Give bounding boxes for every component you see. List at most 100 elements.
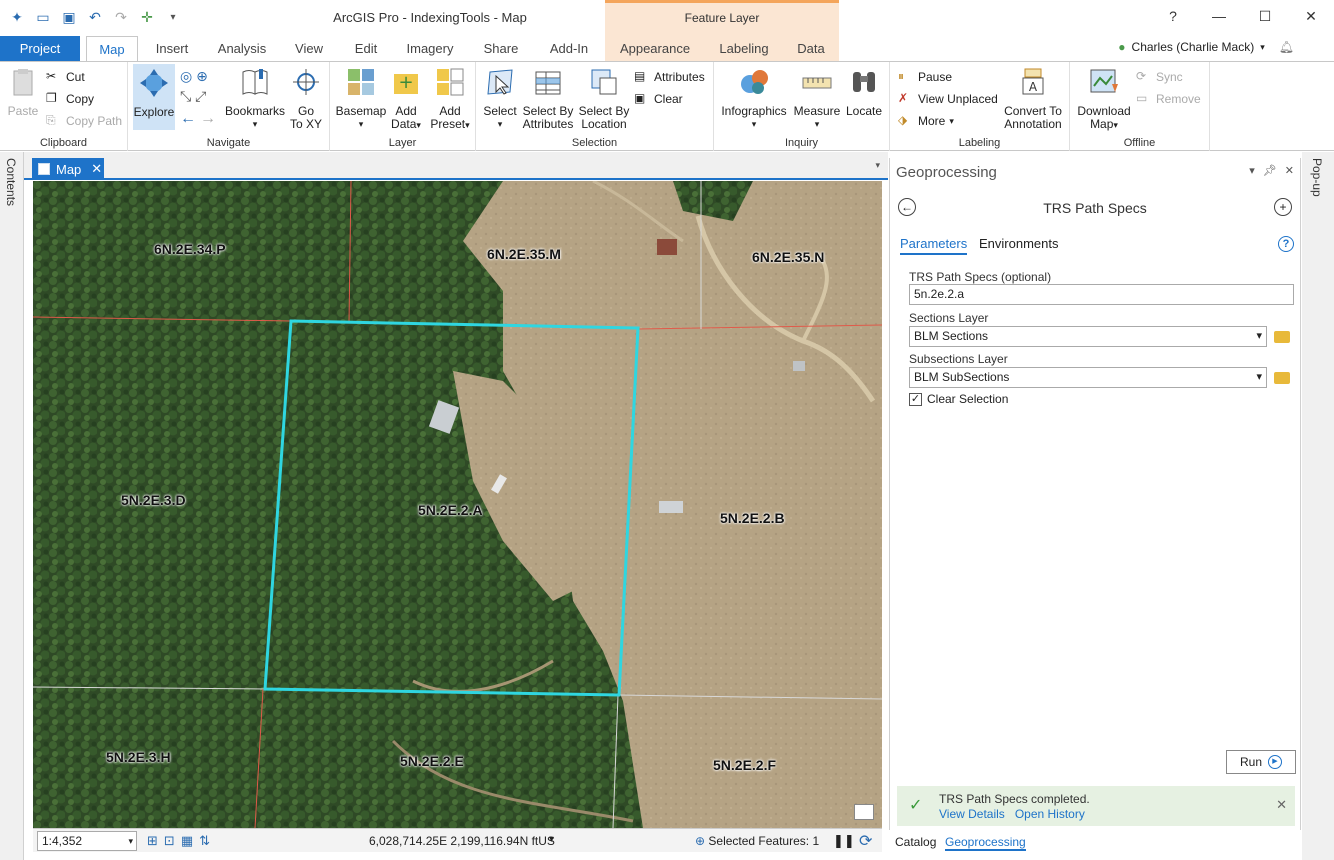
tab-geoprocessing[interactable]: Geoprocessing bbox=[945, 835, 1026, 851]
grid-icon[interactable]: ⊡ bbox=[164, 833, 175, 849]
user-account[interactable]: ● Charles (Charlie Mack) ▾ 🔔︎ bbox=[1118, 40, 1294, 54]
close-icon[interactable]: ✕ bbox=[1276, 797, 1287, 813]
tab-imagery[interactable]: Imagery bbox=[400, 36, 460, 62]
chevron-down-icon: ▾ bbox=[252, 119, 258, 129]
infographics-button[interactable]: Infographics ▾ bbox=[720, 66, 788, 131]
tab-project[interactable]: Project bbox=[0, 36, 80, 62]
paste-label: Paste bbox=[7, 104, 39, 118]
more-labeling-button[interactable]: ⬗ More ▾ bbox=[898, 113, 954, 129]
close-button[interactable]: ✕ bbox=[1288, 0, 1334, 32]
attributes-button[interactable]: ▤ Attributes bbox=[634, 69, 705, 85]
copy-path-button[interactable]: ⎘ Copy Path bbox=[46, 113, 122, 129]
tab-catalog[interactable]: Catalog bbox=[895, 835, 936, 849]
tab-appearance[interactable]: Appearance bbox=[605, 36, 705, 62]
sync-button[interactable]: ⟳ Sync bbox=[1136, 69, 1183, 85]
selected-features-icon: ⊕ bbox=[695, 834, 709, 848]
view-details-link[interactable]: View Details bbox=[939, 807, 1005, 821]
section-label: 5N.2E.2.F bbox=[713, 757, 777, 773]
snapping-icon[interactable]: ⊞ bbox=[147, 833, 158, 849]
popup-pane-tab[interactable]: Pop-up bbox=[1302, 152, 1334, 860]
measure-button[interactable]: Measure ▾ bbox=[792, 66, 842, 131]
scale-selector[interactable]: 1:4,352 ▾ bbox=[37, 831, 137, 851]
chevron-down-icon: ▾ bbox=[751, 119, 757, 129]
tab-map[interactable]: Map bbox=[86, 36, 138, 62]
remove-button[interactable]: ▭ Remove bbox=[1136, 91, 1201, 107]
section-label: 5N.2E.3.H bbox=[106, 749, 171, 765]
title-bar: ✦ ▭ ▣ ↶ ↷ ✛ ▾ ArcGIS Pro - IndexingTools… bbox=[0, 0, 1334, 36]
selected-features-count[interactable]: ⊕ Selected Features: 1 bbox=[695, 834, 819, 848]
add-preset-button[interactable]: Add Preset▾ bbox=[428, 66, 472, 132]
contents-pane-tab[interactable]: Contents bbox=[0, 152, 24, 860]
clear-selection-checkbox[interactable]: ✓ Clear Selection bbox=[909, 392, 1008, 406]
table-icon[interactable]: ▦ bbox=[181, 833, 193, 849]
explore-button[interactable]: Explore bbox=[133, 64, 175, 130]
folder-icon[interactable] bbox=[1274, 372, 1290, 384]
open-history-link[interactable]: Open History bbox=[1015, 807, 1085, 821]
subsections-layer-select[interactable]: BLM SubSections bbox=[909, 367, 1267, 388]
tab-parameters[interactable]: Parameters bbox=[900, 236, 968, 255]
pin-icon[interactable]: 📌︎ bbox=[1263, 164, 1277, 177]
notification-bell-icon[interactable]: 🔔︎ bbox=[1279, 40, 1294, 54]
section-label: 5N.2E.2.A bbox=[418, 502, 483, 518]
north-arrow-icon[interactable]: ⇅ bbox=[199, 833, 210, 849]
table-icon: ▤ bbox=[634, 69, 646, 83]
maximize-button[interactable]: ☐ bbox=[1242, 0, 1288, 32]
chevron-down-icon[interactable]: ▾ bbox=[549, 834, 554, 845]
chevron-down-icon[interactable]: ▾ bbox=[875, 160, 880, 171]
tab-edit[interactable]: Edit bbox=[344, 36, 388, 62]
add-icon[interactable]: + bbox=[1274, 198, 1292, 216]
next-extent-icon[interactable]: → bbox=[200, 110, 216, 128]
help-button[interactable]: ? bbox=[1150, 0, 1196, 32]
previous-extent-icon[interactable]: ← → bbox=[180, 110, 216, 128]
download-map-icon bbox=[1090, 69, 1118, 93]
tab-data[interactable]: Data bbox=[783, 36, 839, 62]
bookmarks-button[interactable]: Bookmarks ▾ bbox=[222, 66, 288, 131]
tab-view[interactable]: View bbox=[286, 36, 332, 62]
clear-selection-button[interactable]: ▣ Clear bbox=[634, 91, 683, 107]
selected-features-label: Selected Features: 1 bbox=[708, 834, 820, 848]
refresh-icon[interactable]: ⟳ bbox=[859, 831, 872, 851]
select-button[interactable]: Select ▾ bbox=[480, 66, 520, 131]
coordinates-readout: 6,028,714.25E 2,199,116.94N ftUS bbox=[369, 834, 555, 848]
pause-drawing-icon[interactable]: ❚❚ bbox=[833, 833, 855, 849]
fixed-zoom-icon[interactable]: ⤡ ⤢ bbox=[180, 88, 206, 105]
tab-labeling[interactable]: Labeling bbox=[705, 36, 783, 62]
pane-options-icon[interactable]: ▾ bbox=[1249, 164, 1255, 177]
download-map-button[interactable]: Download Map▾ bbox=[1074, 66, 1134, 132]
tab-insert[interactable]: Insert bbox=[146, 36, 198, 62]
tab-environments[interactable]: Environments bbox=[979, 236, 1058, 251]
locate-button[interactable]: Locate bbox=[844, 66, 884, 118]
run-button[interactable]: Run ▶ bbox=[1226, 750, 1296, 774]
chevron-down-icon: ▾ bbox=[949, 115, 954, 126]
select-by-attributes-button[interactable]: Select By Attributes bbox=[520, 66, 576, 131]
map-view[interactable]: 6N.2E.34.P 6N.2E.35.M 6N.2E.35.N 5N.2E.3… bbox=[33, 181, 882, 828]
copy-button[interactable]: ❐ Copy bbox=[46, 91, 94, 107]
chevron-down-icon: ▾ bbox=[128, 836, 133, 846]
pause-labeling-button[interactable]: ⏸ Pause bbox=[898, 69, 952, 85]
help-icon[interactable]: ? bbox=[1278, 236, 1294, 252]
view-unplaced-button[interactable]: ✗ View Unplaced bbox=[898, 91, 998, 107]
go-to-xy-button[interactable]: Go To XY bbox=[286, 66, 326, 131]
full-extent-icon[interactable]: ◎ ⊕ bbox=[180, 68, 208, 85]
add-data-button[interactable]: + Add Data▾ bbox=[388, 66, 424, 132]
close-icon[interactable]: ✕ bbox=[91, 161, 102, 177]
tab-add-in[interactable]: Add-In bbox=[540, 36, 598, 62]
select-icon bbox=[487, 69, 513, 95]
tab-analysis[interactable]: Analysis bbox=[210, 36, 274, 62]
select-by-location-button[interactable]: Select By Location bbox=[576, 66, 632, 131]
cut-button[interactable]: ✂ Cut bbox=[46, 69, 85, 85]
group-inquiry: Infographics ▾ Measure ▾ Locate Inquiry bbox=[714, 62, 890, 151]
chevron-down-icon: ▾ bbox=[1113, 120, 1118, 130]
tab-share[interactable]: Share bbox=[474, 36, 528, 62]
convert-to-annotation-button[interactable]: A Convert To Annotation bbox=[998, 66, 1068, 131]
folder-icon[interactable] bbox=[1274, 331, 1290, 343]
close-icon[interactable]: ✕ bbox=[1285, 164, 1294, 177]
map-layers-toggle-icon[interactable] bbox=[854, 804, 874, 820]
basemap-button[interactable]: Basemap ▾ bbox=[334, 66, 388, 131]
minimize-button[interactable]: — bbox=[1196, 0, 1242, 32]
map-view-tab[interactable]: Map ✕ bbox=[32, 158, 104, 180]
clear-label: Clear bbox=[654, 92, 683, 106]
trs-path-specs-input[interactable]: 5n.2e.2.a bbox=[909, 284, 1294, 305]
paste-button[interactable]: Paste bbox=[6, 66, 40, 118]
sections-layer-select[interactable]: BLM Sections bbox=[909, 326, 1267, 347]
